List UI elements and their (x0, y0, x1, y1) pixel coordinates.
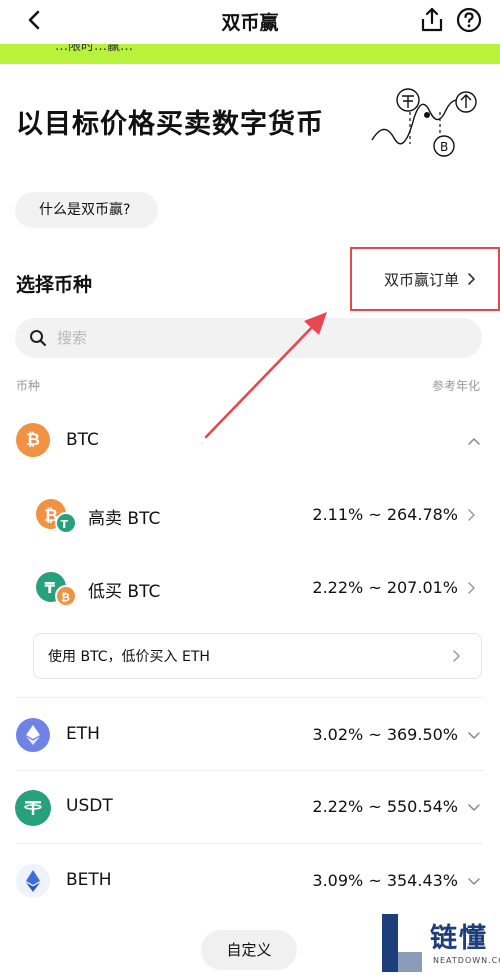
chevron-down-icon (468, 732, 480, 739)
column-header-apy: 参考年化 (431, 379, 480, 393)
search-icon (30, 330, 47, 347)
coin-name: USDT (66, 796, 113, 816)
banner-text: …限时…赢… (55, 44, 134, 54)
coin-apy: 3.02% ~ 369.50% (312, 725, 458, 744)
svg-text:B: B (440, 140, 448, 154)
chevron-right-icon (468, 273, 475, 285)
nav-bar: 双币赢 (0, 0, 500, 44)
coin-apy: 2.22% ~ 550.54% (312, 797, 458, 816)
svg-text:₸: ₸ (45, 579, 56, 597)
btc-icon: ₿ (16, 423, 50, 457)
coin-name: ETH (66, 724, 100, 744)
product-name: 高卖 BTC (88, 509, 161, 529)
orders-link-label: 双币赢订单 (383, 270, 459, 289)
product-apy: 2.11% ~ 264.78% (312, 505, 458, 524)
product-apy: 2.22% ~ 207.01% (312, 578, 458, 597)
divider (16, 843, 483, 844)
customize-button[interactable]: 自定义 (201, 930, 297, 970)
btc-buy-eth-card[interactable]: 使用 BTC，低价买入 ETH (33, 633, 482, 679)
usdt-icon (15, 790, 51, 826)
chevron-right-icon (468, 509, 475, 521)
column-header-coin: 币种 (16, 379, 41, 393)
annotation-arrow (204, 312, 327, 439)
section-title: 选择币种 (16, 274, 93, 296)
orders-link[interactable]: 双币赢订单 (350, 247, 500, 311)
coin-name: BETH (66, 870, 112, 890)
product-row-buy-low[interactable]: ₸ ₿ 低买 BTC 2.22% ~ 207.01% (0, 563, 500, 613)
divider (16, 770, 483, 771)
svg-text:₿: ₿ (61, 591, 70, 604)
help-circle-icon (456, 7, 482, 33)
dual-currency-illustration: B (371, 88, 477, 157)
watermark-text: 链懂 (430, 923, 488, 954)
hero-title: 以目标价格买卖数字货币 (16, 109, 324, 140)
coin-row-eth[interactable]: ETH 3.02% ~ 369.50% (0, 705, 500, 765)
chevron-up-icon (468, 438, 480, 445)
divider (16, 697, 483, 698)
chevron-right-icon (468, 582, 475, 594)
chevron-down-icon (468, 804, 480, 811)
share-icon (421, 7, 443, 32)
product-name: 低买 BTC (88, 582, 161, 602)
what-is-dual-button[interactable]: 什么是双币赢? (15, 192, 159, 228)
coin-name: BTC (66, 430, 99, 450)
btc-usdt-pair-icon: ₿ T (36, 499, 77, 534)
eth-icon (16, 718, 50, 752)
share-button[interactable] (418, 6, 446, 34)
card-text: 使用 BTC，低价买入 ETH (48, 649, 210, 665)
watermark-subtext: NEATDOWN.COM (433, 956, 500, 965)
chevron-right-icon (453, 650, 460, 662)
product-row-sell-high[interactable]: ₿ T 高卖 BTC 2.11% ~ 264.78% (0, 490, 500, 540)
usdt-btc-pair-icon: ₸ ₿ (36, 572, 77, 607)
tether-glyph-icon (24, 801, 42, 815)
svg-text:T: T (61, 518, 69, 531)
coin-row-usdt[interactable]: USDT 2.22% ~ 550.54% (0, 777, 500, 837)
eth-diamond-icon (26, 725, 40, 745)
help-button[interactable] (455, 6, 483, 34)
promo-banner[interactable]: …限时…赢… (0, 44, 500, 64)
